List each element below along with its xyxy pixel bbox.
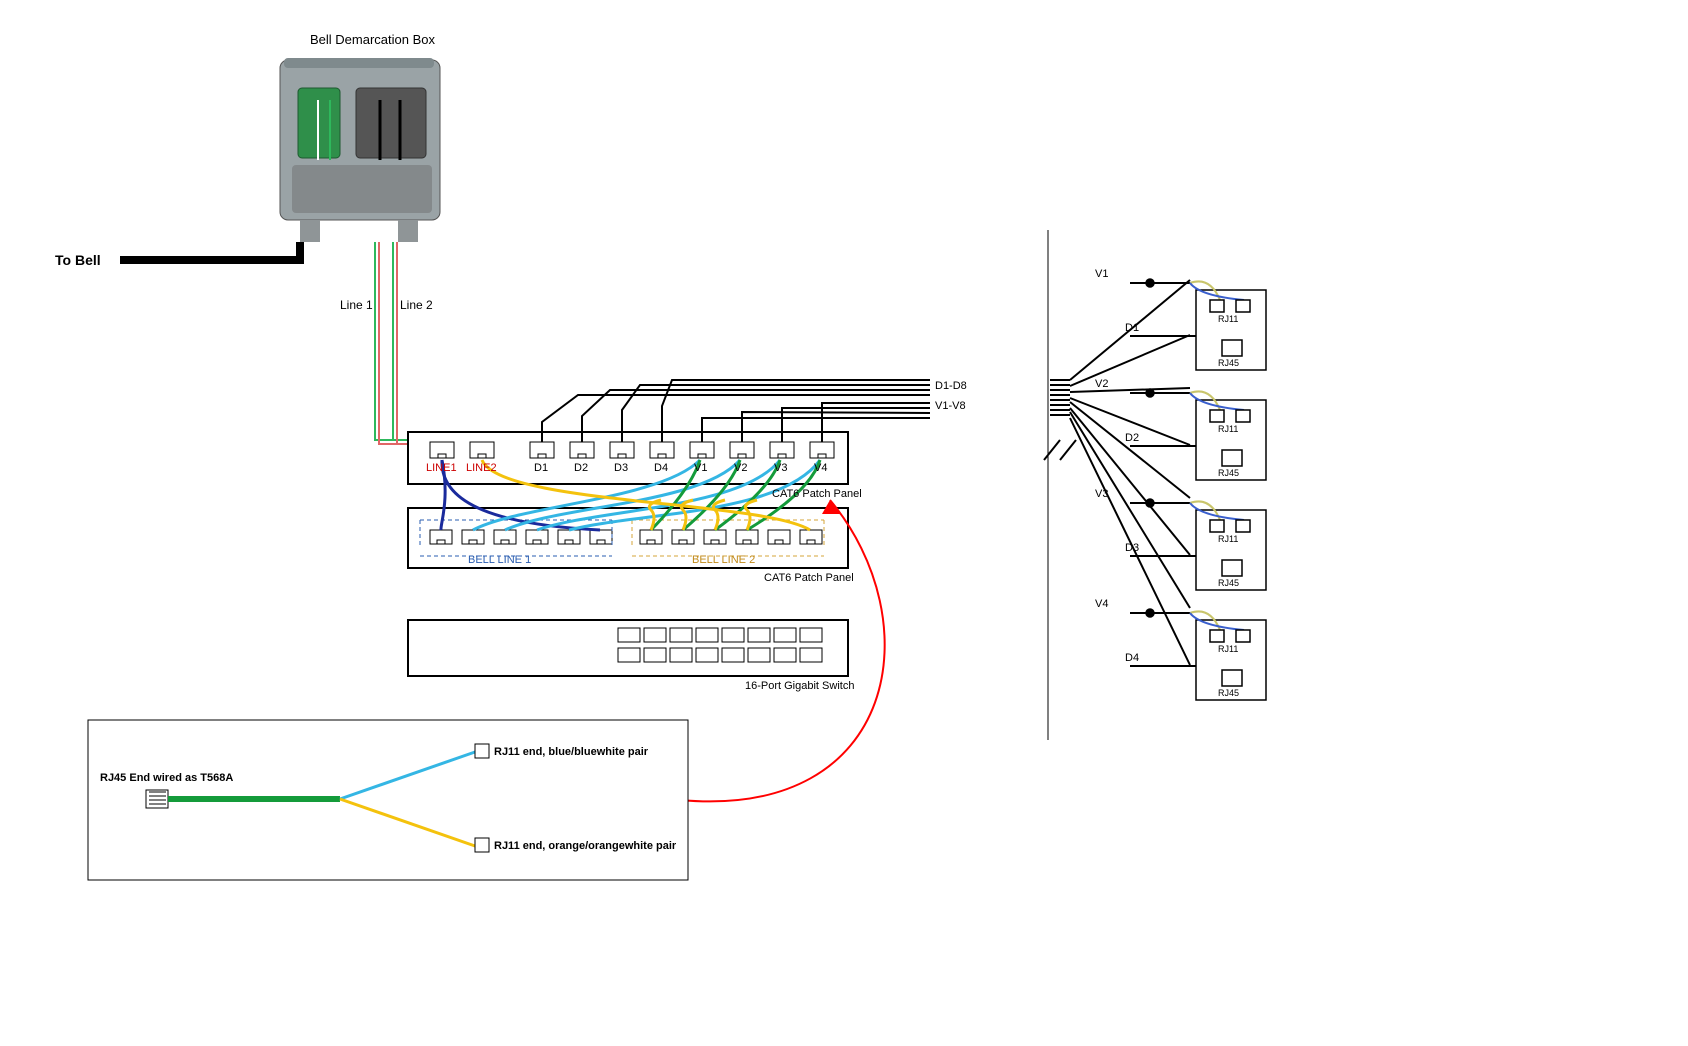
jack-rj11-label: RJ11 <box>1218 644 1238 654</box>
jack-rj11-label: RJ11 <box>1218 424 1238 434</box>
bundle-v-label: V1-V8 <box>935 400 966 412</box>
legend-rj45-label: RJ45 End wired as T568A <box>100 772 233 784</box>
rj11-icon <box>475 744 489 758</box>
port-label-d2: D2 <box>574 462 588 474</box>
wall-d3-label: D3 <box>1125 542 1139 554</box>
line2-label: Line 2 <box>400 298 433 312</box>
patch-top-caption: CAT6 Patch Panel <box>772 488 862 500</box>
port-label-v2: V2 <box>734 462 747 474</box>
wallplates <box>1130 279 1266 700</box>
jack-rj11-label: RJ11 <box>1218 314 1238 324</box>
legend-rj11-blue-label: RJ11 end, blue/bluewhite pair <box>494 746 648 758</box>
port-label-d3: D3 <box>614 462 628 474</box>
wall-v4-label: V4 <box>1095 598 1108 610</box>
port-label-v3: V3 <box>774 462 787 474</box>
bell-line1-label: BELL LINE 1 <box>468 554 531 566</box>
wall-d4-label: D4 <box>1125 652 1139 664</box>
wall-d2-label: D2 <box>1125 432 1139 444</box>
line1-label: Line 1 <box>340 298 373 312</box>
jack-rj45-label: RJ45 <box>1218 468 1239 478</box>
port-label-d1: D1 <box>534 462 548 474</box>
to-bell-label: To Bell <box>55 252 101 268</box>
jack-rj45-label: RJ45 <box>1218 358 1239 368</box>
demarc-box-icon <box>280 58 440 242</box>
patch-top-jacks <box>430 442 834 458</box>
rj11-icon <box>475 838 489 852</box>
wiring-diagram: { "title": "Bell Demarcation Box", "to_b… <box>0 0 1688 1046</box>
bell-line2-label: BELL LINE 2 <box>692 554 755 566</box>
wall-d1-label: D1 <box>1125 322 1139 334</box>
wall-v1-label: V1 <box>1095 268 1108 280</box>
jack-rj45-label: RJ45 <box>1218 578 1239 588</box>
bundle-d-label: D1-D8 <box>935 380 967 392</box>
jack-rj45-label: RJ45 <box>1218 688 1239 698</box>
port-label-v1: V1 <box>694 462 707 474</box>
title-label: Bell Demarcation Box <box>310 32 435 47</box>
diagram-svg <box>0 0 1688 1046</box>
wall-v2-label: V2 <box>1095 378 1108 390</box>
jack-rj11-label: RJ11 <box>1218 534 1238 544</box>
patch-bottom-caption: CAT6 Patch Panel <box>764 572 854 584</box>
wall-v3-label: V3 <box>1095 488 1108 500</box>
legend-rj11-orange-label: RJ11 end, orange/orangewhite pair <box>494 840 676 852</box>
wire-bundle <box>1050 280 1190 665</box>
port-label-line2: LINE2 <box>466 462 497 474</box>
cable-to-bell <box>120 242 300 260</box>
line-pair-icon <box>375 242 480 444</box>
rj45-icon <box>146 790 168 808</box>
port-label-v4: V4 <box>814 462 827 474</box>
port-label-line1: LINE1 <box>426 462 457 474</box>
switch-caption: 16-Port Gigabit Switch <box>745 680 854 692</box>
port-label-d4: D4 <box>654 462 668 474</box>
